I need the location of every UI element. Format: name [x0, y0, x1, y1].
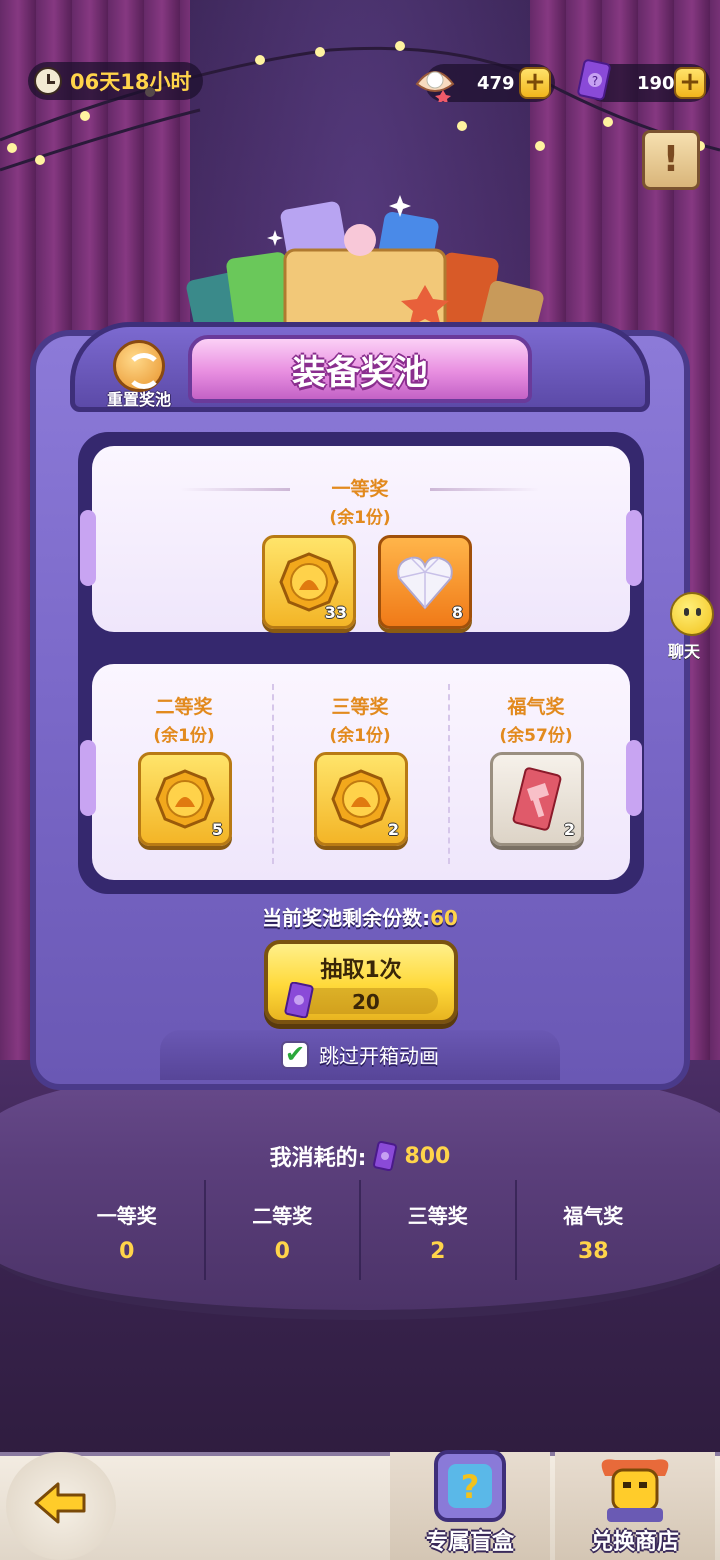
smiley-chat-icon	[670, 592, 714, 636]
consumed-value: 800	[404, 1143, 451, 1169]
third-prize-remain: (余1份)	[329, 726, 391, 746]
reset-pool-button[interactable]: 重置奖池	[94, 340, 184, 410]
second-prize-item[interactable]: 5	[138, 752, 232, 846]
third-prize-heading: 三等奖 (余1份)	[300, 692, 420, 746]
pool-remaining-label: 当前奖池剩余份数:	[262, 906, 431, 930]
red-hammer-ticket-icon	[512, 767, 562, 831]
lucky-prize-remain: (余57份)	[499, 726, 573, 746]
stat-label: 三等奖	[407, 1204, 468, 1228]
draw-cost: 20	[352, 990, 380, 1014]
stat-label: 一等奖	[96, 1204, 157, 1228]
pool-remaining: 当前奖池剩余份数:60	[0, 902, 720, 931]
item-count: 2	[563, 820, 575, 839]
pool-title-banner: 装备奖池	[188, 335, 532, 403]
purple-ticket-icon	[373, 1141, 398, 1171]
first-prize-item-diamond[interactable]: 8	[378, 535, 472, 629]
timer-text: 06天18小时	[70, 70, 192, 94]
lucky-prize-item[interactable]: 2	[490, 752, 584, 846]
pool-remaining-value: 60	[430, 906, 458, 930]
second-prize-remain: (余1份)	[153, 726, 215, 746]
item-count: 2	[387, 820, 399, 839]
skip-animation-toggle[interactable]: ✔ 跳过开箱动画	[0, 1040, 720, 1069]
chat-label: 聊天	[667, 642, 700, 661]
notice-scroll-button[interactable]: !	[642, 130, 700, 190]
svg-text:?: ?	[461, 1468, 480, 1506]
skip-animation-checkbox[interactable]: ✔	[281, 1040, 309, 1069]
item-count: 8	[451, 603, 463, 622]
column-divider	[272, 684, 274, 864]
gold-coin-icon	[331, 769, 391, 829]
panel-side-tab	[626, 740, 642, 816]
first-prize-item-coin[interactable]: 33	[262, 535, 356, 629]
add-pearl-button[interactable]: +	[519, 67, 551, 99]
stat-label: 福气奖	[563, 1204, 624, 1228]
consumed-summary: 我消耗的: 800	[0, 1140, 720, 1172]
panel-side-tab	[80, 510, 96, 586]
consumed-label: 我消耗的:	[269, 1146, 367, 1171]
chat-button[interactable]: 聊天	[648, 592, 720, 662]
lucky-prize-name: 福气奖	[507, 696, 565, 718]
stat-value: 0	[274, 1239, 290, 1264]
shop-mascot-icon	[601, 1459, 669, 1522]
panel-side-tab	[80, 740, 96, 816]
skip-animation-label: 跳过开箱动画	[319, 1044, 439, 1068]
prize-stats: 一等奖 0 二等奖 0 三等奖 2 福气奖 38	[50, 1180, 670, 1280]
third-prize-name: 三等奖	[331, 696, 389, 718]
second-prize-heading: 二等奖 (余1份)	[124, 692, 244, 746]
pearl-count: 479	[477, 72, 515, 94]
pearl-currency: 479 +	[415, 64, 555, 102]
stat-value: 38	[577, 1239, 609, 1264]
nav-blind-box-label: 专属盲盒	[425, 1530, 514, 1555]
nav-exchange-shop-label: 兑换商店	[590, 1530, 679, 1555]
panel-side-tab	[626, 510, 642, 586]
nav-blind-box[interactable]: ? 专属盲盒	[390, 1440, 550, 1560]
event-timer: 06天18小时	[28, 62, 203, 100]
back-button[interactable]	[6, 1452, 116, 1560]
decor-line	[430, 488, 540, 491]
lucky-prize-heading: 福气奖 (余57份)	[466, 692, 606, 746]
stat-value: 0	[119, 1239, 135, 1264]
treasure-pile-icon	[186, 195, 544, 335]
heart-diamond-icon	[397, 556, 453, 610]
first-prize-name: 一等奖	[331, 478, 389, 500]
stat-first-prize: 一等奖 0	[50, 1180, 206, 1280]
draw-once-button[interactable]: 抽取1次 20	[264, 940, 458, 1024]
ticket-currency: ? 190 +	[577, 59, 710, 102]
svg-text:?: ?	[592, 74, 598, 88]
draw-label: 抽取1次	[320, 958, 402, 983]
refresh-icon	[113, 340, 165, 392]
add-ticket-button[interactable]: +	[674, 67, 706, 99]
purple-ticket-icon: ?	[577, 59, 611, 101]
stat-third-prize: 三等奖 2	[361, 1180, 517, 1280]
clock-icon	[34, 67, 62, 95]
purple-ticket-icon	[284, 982, 314, 1018]
column-divider	[448, 684, 450, 864]
third-prize-item[interactable]: 2	[314, 752, 408, 846]
pool-title: 装备奖池	[292, 352, 428, 393]
stat-lucky-prize: 福气奖 38	[517, 1180, 671, 1280]
gold-coin-icon	[155, 769, 215, 829]
item-count: 5	[211, 820, 223, 839]
stat-value: 2	[430, 1239, 446, 1264]
item-count: 33	[324, 603, 347, 622]
decor-line	[180, 488, 290, 491]
first-prize-heading: 一等奖 (余1份)	[300, 474, 420, 528]
stat-second-prize: 二等奖 0	[206, 1180, 361, 1280]
ticket-count: 190	[637, 72, 675, 94]
blind-box-icon: ?	[434, 1450, 506, 1522]
first-prize-remain: (余1份)	[329, 508, 391, 528]
nav-exchange-shop[interactable]: 兑换商店	[555, 1440, 715, 1560]
pearl-shell-icon	[415, 71, 455, 102]
second-prize-name: 二等奖	[155, 696, 213, 718]
stat-label: 二等奖	[252, 1204, 313, 1228]
back-arrow-icon	[34, 1482, 86, 1524]
